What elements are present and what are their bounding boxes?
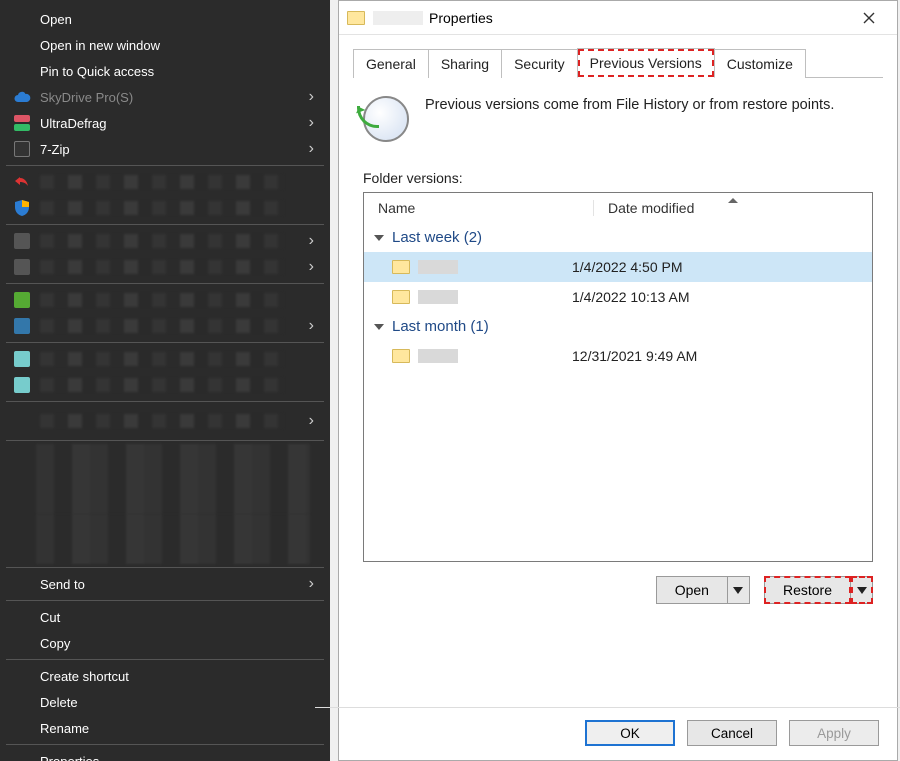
- submenu-arrow-icon: ›: [309, 88, 314, 106]
- ctx-items-hidden: [36, 444, 310, 514]
- ctx-properties[interactable]: Properties: [0, 748, 330, 761]
- ctx-item-hidden[interactable]: ›: [0, 313, 330, 339]
- ctx-separator: [6, 440, 324, 441]
- ctx-create-shortcut[interactable]: Create shortcut: [0, 663, 330, 689]
- ok-button[interactable]: OK: [585, 720, 675, 746]
- version-row[interactable]: 1/4/2022 10:13 AM: [364, 282, 872, 312]
- ctx-item-hidden[interactable]: [0, 372, 330, 398]
- versions-list[interactable]: Name Date modified Last week (2) 1/4/202…: [363, 192, 873, 562]
- submenu-arrow-icon: ›: [309, 140, 314, 158]
- ctx-item-hidden[interactable]: [0, 346, 330, 372]
- ctx-7zip[interactable]: 7-Zip ›: [0, 136, 330, 162]
- dialog-buttons: OK Cancel Apply: [339, 708, 897, 760]
- ctx-separator: [6, 342, 324, 343]
- restore-button[interactable]: Restore: [764, 576, 873, 604]
- ctx-separator: [6, 224, 324, 225]
- ultradefrag-icon: [12, 113, 32, 133]
- date-modified: 1/4/2022 10:13 AM: [572, 289, 872, 305]
- ctx-item-hidden[interactable]: ›: [0, 254, 330, 280]
- ctx-cut[interactable]: Cut: [0, 604, 330, 630]
- caret-down-icon: [857, 587, 867, 594]
- ctx-item-hidden[interactable]: ›: [0, 228, 330, 254]
- ctx-separator: [6, 744, 324, 745]
- ctx-open-new-window[interactable]: Open in new window: [0, 32, 330, 58]
- date-modified: 1/4/2022 4:50 PM: [572, 259, 872, 275]
- group-last-month[interactable]: Last month (1): [364, 312, 872, 341]
- ctx-item-hidden[interactable]: [0, 169, 330, 195]
- tab-pane-previous-versions: Previous versions come from File History…: [339, 78, 897, 707]
- list-label: Folder versions:: [363, 170, 873, 186]
- column-name[interactable]: Name: [364, 200, 594, 216]
- tab-customize[interactable]: Customize: [714, 49, 806, 78]
- submenu-arrow-icon: ›: [309, 114, 314, 132]
- name-redacted: [418, 290, 458, 304]
- open-dropdown[interactable]: [728, 576, 750, 604]
- ctx-item-hidden[interactable]: [0, 287, 330, 313]
- folder-icon: [347, 11, 365, 25]
- folder-name-redacted: [373, 11, 423, 25]
- tab-sharing[interactable]: Sharing: [428, 49, 502, 78]
- folder-icon: [392, 290, 410, 304]
- restore-dropdown[interactable]: [851, 576, 873, 604]
- sort-ascending-icon: [728, 198, 738, 203]
- cloud-icon: [12, 87, 32, 107]
- shield-icon: [12, 198, 32, 218]
- ctx-skydrive[interactable]: SkyDrive Pro(S) ›: [0, 84, 330, 110]
- tab-general[interactable]: General: [353, 49, 429, 78]
- group-last-week[interactable]: Last week (2): [364, 223, 872, 252]
- chevron-down-icon: [374, 235, 384, 241]
- chevron-down-icon: [374, 324, 384, 330]
- properties-window: Properties General Sharing Security Prev…: [338, 0, 898, 761]
- cancel-button[interactable]: Cancel: [687, 720, 777, 746]
- ctx-items-hidden: [36, 514, 310, 564]
- context-menu: Open Open in new window Pin to Quick acc…: [0, 0, 330, 761]
- history-clock-icon: [363, 96, 409, 142]
- ctx-ultradefrag[interactable]: UltraDefrag ›: [0, 110, 330, 136]
- ctx-separator: [6, 283, 324, 284]
- apply-button[interactable]: Apply: [789, 720, 879, 746]
- ctx-copy[interactable]: Copy: [0, 630, 330, 656]
- ctx-rename[interactable]: Rename: [0, 715, 330, 741]
- ctx-delete[interactable]: Delete: [0, 689, 330, 715]
- ctx-pin-quick-access[interactable]: Pin to Quick access: [0, 58, 330, 84]
- ctx-open[interactable]: Open: [0, 6, 330, 32]
- close-button[interactable]: [849, 3, 889, 33]
- version-row[interactable]: 1/4/2022 4:50 PM: [364, 252, 872, 282]
- ctx-item-hidden[interactable]: ›: [0, 405, 330, 437]
- ctx-separator: [6, 600, 324, 601]
- sevenzip-icon: [12, 139, 32, 159]
- undo-icon: [12, 172, 32, 192]
- open-button[interactable]: Open: [656, 576, 750, 604]
- tabs: General Sharing Security Previous Versio…: [339, 35, 897, 77]
- caret-down-icon: [733, 587, 743, 594]
- ctx-item-hidden[interactable]: [0, 195, 330, 221]
- ctx-separator: [6, 567, 324, 568]
- folder-icon: [392, 349, 410, 363]
- ctx-separator: [6, 659, 324, 660]
- name-redacted: [418, 260, 458, 274]
- name-redacted: [418, 349, 458, 363]
- ctx-separator: [6, 401, 324, 402]
- version-row[interactable]: 12/31/2021 9:49 AM: [364, 341, 872, 371]
- ctx-separator: [6, 165, 324, 166]
- list-header: Name Date modified: [364, 193, 872, 223]
- folder-icon: [392, 260, 410, 274]
- tab-security[interactable]: Security: [501, 49, 578, 78]
- description-text: Previous versions come from File History…: [425, 96, 834, 116]
- window-title: Properties: [429, 10, 493, 26]
- date-modified: 12/31/2021 9:49 AM: [572, 348, 872, 364]
- tab-previous-versions[interactable]: Previous Versions: [577, 48, 715, 78]
- ctx-send-to[interactable]: Send to ›: [0, 571, 330, 597]
- column-date-modified[interactable]: Date modified: [594, 200, 872, 216]
- submenu-arrow-icon: ›: [309, 575, 314, 593]
- titlebar: Properties: [339, 1, 897, 35]
